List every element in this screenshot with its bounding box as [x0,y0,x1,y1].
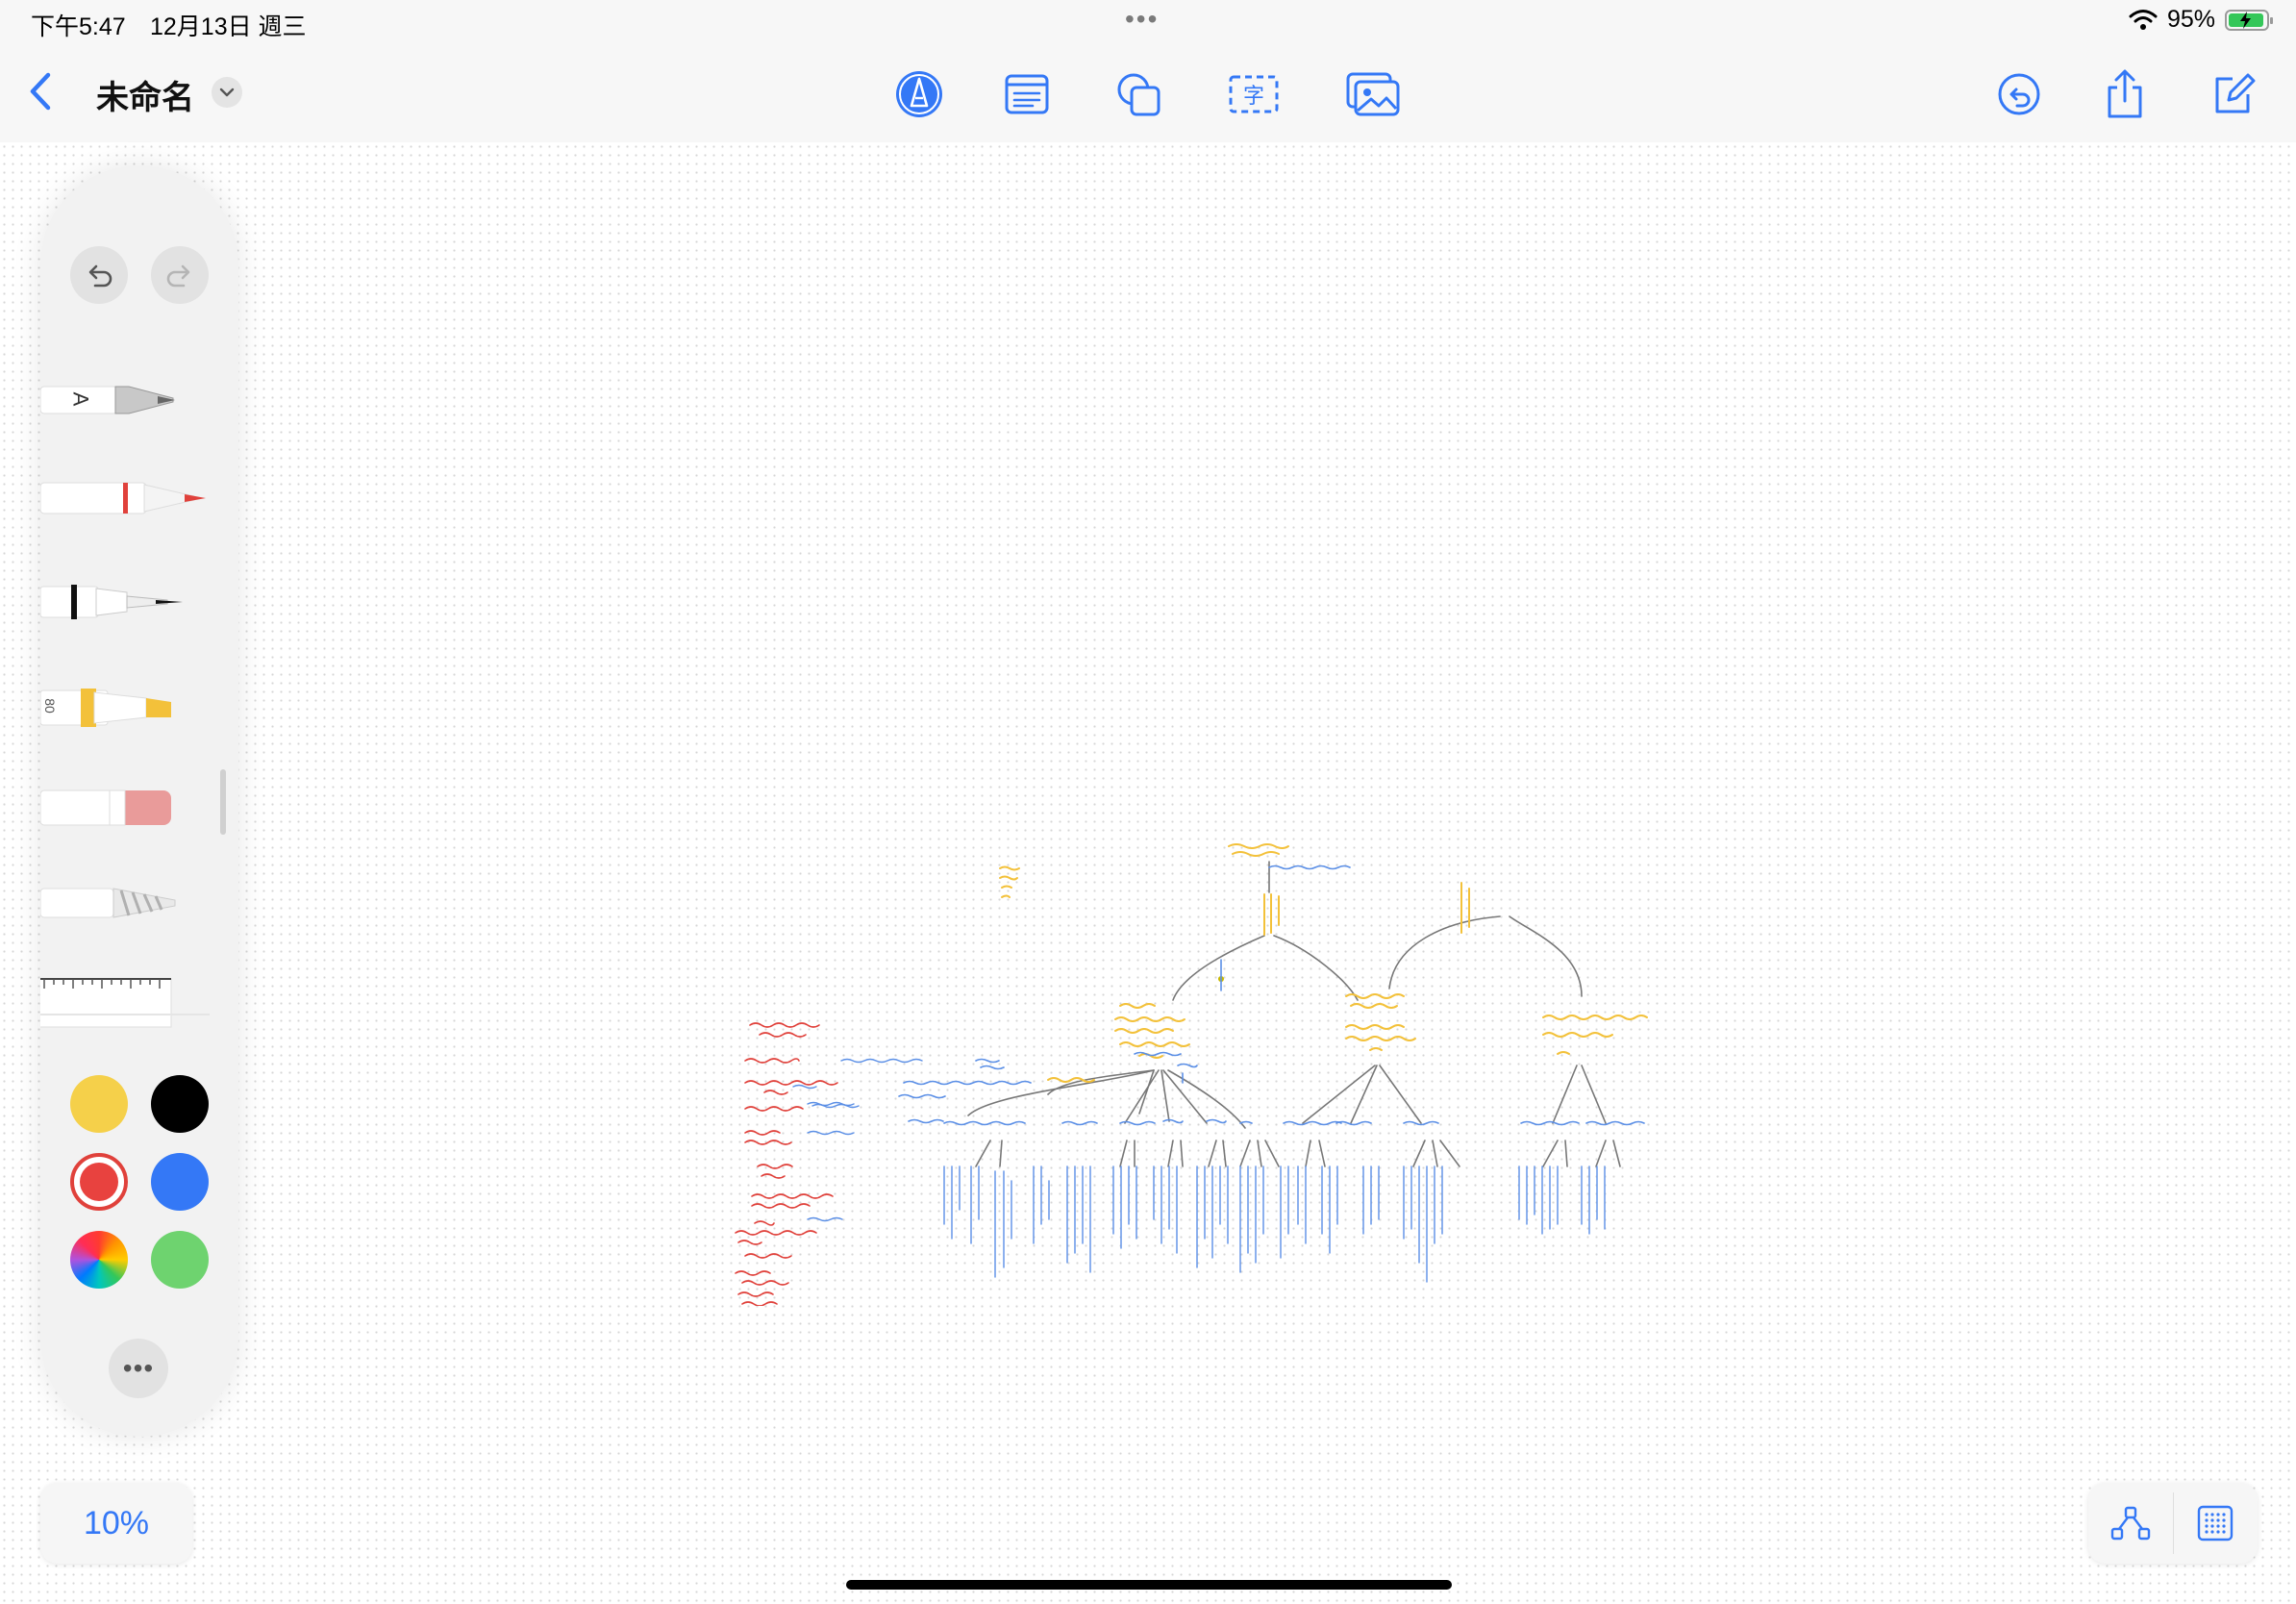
pencil-icon [39,888,176,918]
drawing-tool-palette: A 80 ••• [36,165,238,1437]
status-right: 95% [2129,6,2273,34]
image-icon[interactable] [1346,67,1400,121]
ruler-icon [36,978,172,1028]
back-chevron-icon[interactable] [21,67,60,115]
shapes-icon[interactable] [1111,67,1165,121]
more-options-icon[interactable]: ••• [109,1339,168,1398]
marker-icon [39,482,206,514]
svg-text:字: 字 [1243,85,1264,109]
color-picker-wheel-icon[interactable] [70,1231,128,1289]
color-swatch-blue[interactable] [151,1153,209,1211]
redo-icon[interactable] [151,246,209,304]
text-box-icon[interactable]: 字 [1227,67,1281,121]
color-swatch-green[interactable] [151,1231,209,1289]
connector-mode-icon[interactable] [2088,1483,2173,1564]
eraser-icon [39,789,171,826]
battery-percent: 95% [2166,6,2215,33]
document-title[interactable]: 未命名 [96,71,194,118]
eraser-tool[interactable] [39,764,238,850]
status-bar: 下午5:47 12月13日 週三 ••• 95% [0,0,2296,46]
note-icon[interactable] [1000,67,1054,121]
fineliner-icon [39,585,183,619]
highlighter-tool[interactable]: 80 [39,664,238,750]
ruler-tool[interactable] [36,956,238,1042]
marker-tool[interactable] [39,454,238,540]
zoom-level-button[interactable]: 10% [40,1483,192,1564]
status-date: 12月13日 週三 [150,13,307,40]
handwritten-mind-map [735,843,1648,1306]
pencil-tool[interactable] [39,858,238,944]
status-time: 下午5:47 [31,13,126,40]
text-pen-tool[interactable]: A [39,356,238,442]
palette-divider [40,1014,210,1015]
top-toolbar: 未命名 字 [0,46,2296,142]
undo-icon[interactable] [70,246,128,304]
grid-toggle-icon[interactable] [2173,1483,2258,1564]
compose-icon[interactable] [2206,67,2259,121]
pen-tool-icon[interactable] [892,67,946,121]
pen-label: A [68,391,93,407]
fineliner-tool[interactable] [39,560,238,646]
color-swatch-red-selected[interactable] [70,1153,128,1211]
color-swatch-yellow[interactable] [70,1075,128,1133]
home-indicator[interactable] [846,1580,1452,1590]
color-swatch-black[interactable] [151,1075,209,1133]
share-icon[interactable] [2098,67,2152,121]
battery-charging-icon [2225,9,2273,31]
palette-scrollbar[interactable] [220,769,226,835]
highlighter-icon [39,689,171,727]
highlighter-label: 80 [41,698,58,714]
board-canvas[interactable] [0,142,2296,1604]
wifi-icon [2129,9,2158,30]
undo-history-icon[interactable] [1992,67,2046,121]
title-menu-chevron-icon[interactable] [212,77,242,108]
zoom-level-label: 10% [83,1504,150,1541]
multitasking-dots-icon[interactable]: ••• [1125,4,1159,35]
canvas-controls [2088,1483,2258,1564]
